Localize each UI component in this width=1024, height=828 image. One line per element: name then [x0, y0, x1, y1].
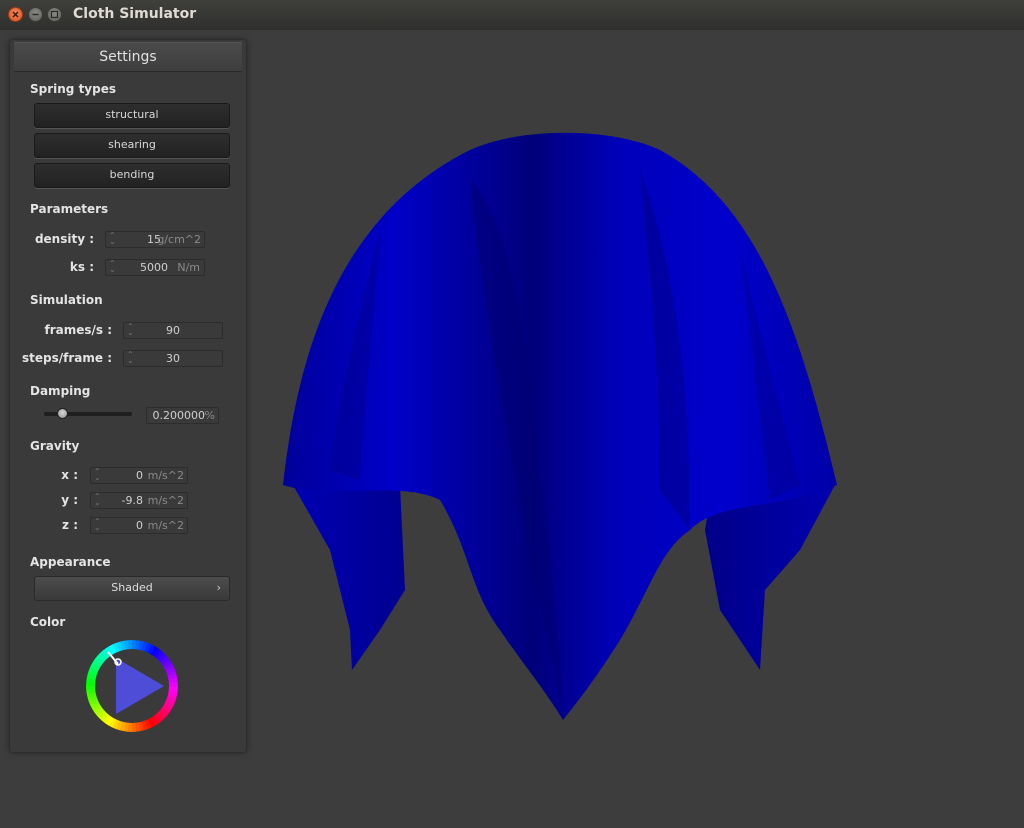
- spinner-arrows-icon[interactable]: ⌃ ⌄: [127, 323, 135, 337]
- simulation-heading: Simulation: [30, 293, 103, 307]
- steps-value: 30: [166, 352, 180, 365]
- parameters-heading: Parameters: [30, 202, 109, 216]
- ks-label: ks :: [69, 260, 94, 274]
- maximize-button[interactable]: [47, 7, 62, 22]
- gravity-y-unit: m/s^2: [147, 494, 184, 507]
- spinner-arrows-icon[interactable]: ⌃ ⌄: [109, 232, 117, 246]
- window-titlebar: Cloth Simulator: [0, 0, 1024, 31]
- spinner-arrows-icon[interactable]: ⌃ ⌄: [94, 493, 102, 507]
- fps-field[interactable]: ⌃ ⌄ 90: [123, 322, 223, 339]
- gravity-x-value: 0: [136, 469, 143, 482]
- close-button[interactable]: [8, 7, 23, 22]
- appearance-selected: Shaded: [111, 581, 153, 594]
- window-title: Cloth Simulator: [73, 6, 197, 22]
- fps-value: 90: [166, 324, 180, 337]
- gravity-x-unit: m/s^2: [147, 469, 184, 482]
- density-label: density :: [34, 232, 94, 246]
- gravity-z-unit: m/s^2: [147, 519, 184, 532]
- gravity-x-field[interactable]: ⌃ ⌄ 0 m/s^2: [90, 467, 188, 484]
- damping-field[interactable]: 0.200000 %: [146, 407, 219, 424]
- damping-unit: %: [204, 409, 215, 422]
- gravity-y-label: y :: [61, 493, 78, 507]
- damping-slider[interactable]: [44, 408, 132, 419]
- structural-button[interactable]: structural: [34, 103, 230, 128]
- density-field[interactable]: ⌃ ⌄ 15 g/cm^2: [105, 231, 205, 248]
- spinner-arrows-icon[interactable]: ⌃ ⌄: [109, 260, 117, 274]
- gravity-x-label: x :: [61, 468, 78, 482]
- settings-panel: Settings Spring types structural shearin…: [10, 40, 246, 752]
- color-heading: Color: [30, 615, 66, 629]
- spring-types-heading: Spring types: [30, 82, 117, 96]
- gravity-y-value: -9.8: [121, 494, 143, 507]
- damping-slider-knob[interactable]: [56, 408, 68, 419]
- spinner-arrows-icon[interactable]: ⌃ ⌄: [94, 468, 102, 482]
- fps-label: frames/s :: [44, 323, 112, 337]
- gravity-y-field[interactable]: ⌃ ⌄ -9.8 m/s^2: [90, 492, 188, 509]
- minimize-icon: [32, 13, 39, 16]
- gravity-z-value: 0: [136, 519, 143, 532]
- spinner-arrows-icon[interactable]: ⌃ ⌄: [127, 351, 135, 365]
- close-icon: [12, 11, 19, 18]
- settings-header[interactable]: Settings: [14, 42, 242, 72]
- gravity-z-field[interactable]: ⌃ ⌄ 0 m/s^2: [90, 517, 188, 534]
- gravity-heading: Gravity: [30, 439, 80, 453]
- ks-value: 5000: [140, 261, 168, 274]
- chevron-right-icon: ›: [216, 581, 221, 594]
- spinner-arrows-icon[interactable]: ⌃ ⌄: [94, 518, 102, 532]
- appearance-dropdown[interactable]: Shaded ›: [34, 576, 230, 601]
- shearing-button[interactable]: shearing: [34, 133, 230, 158]
- color-wheel[interactable]: [86, 640, 178, 732]
- appearance-heading: Appearance: [30, 555, 111, 569]
- minimize-button[interactable]: [28, 7, 43, 22]
- damping-heading: Damping: [30, 384, 91, 398]
- ks-unit: N/m: [177, 261, 200, 274]
- steps-field[interactable]: ⌃ ⌄ 30: [123, 350, 223, 367]
- steps-label: steps/frame :: [22, 351, 112, 365]
- damping-value: 0.200000: [152, 409, 206, 422]
- maximize-icon: [50, 10, 59, 19]
- gravity-z-label: z :: [62, 518, 78, 532]
- density-unit: g/cm^2: [157, 233, 201, 246]
- ks-field[interactable]: ⌃ ⌄ 5000 N/m: [105, 259, 205, 276]
- bending-button[interactable]: bending: [34, 163, 230, 188]
